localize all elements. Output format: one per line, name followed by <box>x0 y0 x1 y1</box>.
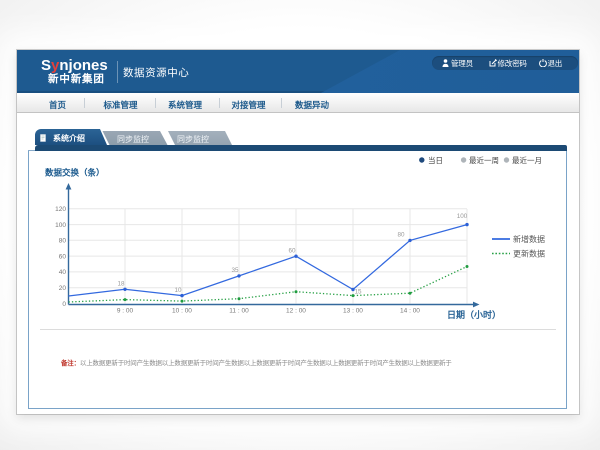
svg-text:80: 80 <box>397 232 405 239</box>
svg-text:最近一月: 最近一月 <box>512 155 542 165</box>
svg-text:数据交换（条）: 数据交换（条） <box>45 168 105 178</box>
svg-text:35: 35 <box>231 267 239 274</box>
svg-text:40: 40 <box>59 269 67 276</box>
svg-text:9 : 00: 9 : 00 <box>117 308 134 315</box>
svg-text:当日: 当日 <box>428 155 443 165</box>
svg-text:10 : 00: 10 : 00 <box>172 308 192 315</box>
svg-text:120: 120 <box>55 206 66 213</box>
svg-text:更新数据: 更新数据 <box>513 249 545 259</box>
svg-text:最近一周: 最近一周 <box>469 155 499 165</box>
svg-text:100: 100 <box>457 213 468 220</box>
svg-text:13 : 00: 13 : 00 <box>343 308 363 315</box>
svg-text:0: 0 <box>62 301 66 308</box>
svg-text:60: 60 <box>59 253 67 260</box>
svg-text:80: 80 <box>59 238 67 245</box>
svg-text:60: 60 <box>288 248 296 255</box>
svg-text:11 : 00: 11 : 00 <box>229 308 249 315</box>
svg-text:日期（小时）: 日期（小时） <box>447 309 501 320</box>
svg-text:100: 100 <box>55 222 66 229</box>
svg-text:15: 15 <box>354 289 362 296</box>
svg-text:新增数据: 新增数据 <box>513 234 545 244</box>
svg-text:18: 18 <box>117 281 125 288</box>
svg-text:10: 10 <box>174 287 182 294</box>
svg-text:14 : 00: 14 : 00 <box>400 308 420 315</box>
svg-text:12 : 00: 12 : 00 <box>286 308 306 315</box>
svg-text:20: 20 <box>59 285 67 292</box>
